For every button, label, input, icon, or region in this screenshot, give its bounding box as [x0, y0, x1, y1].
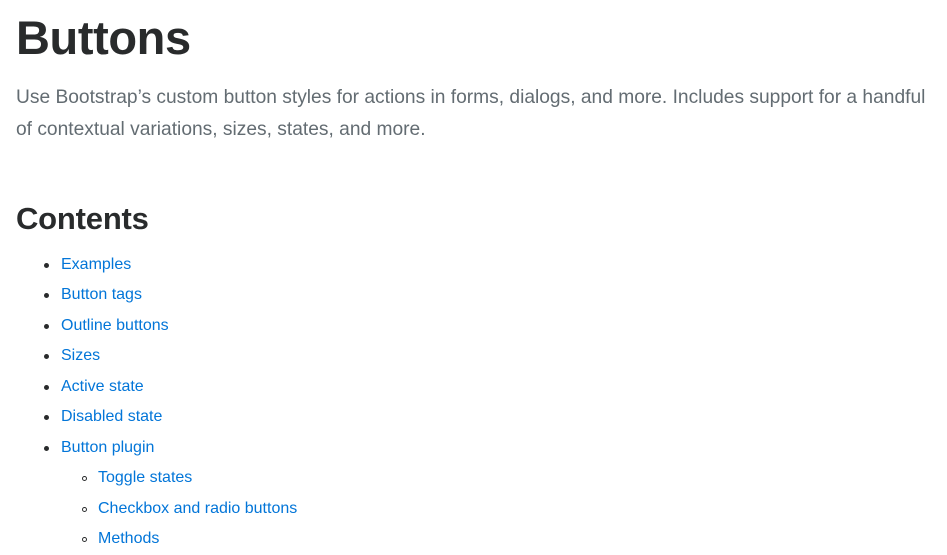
toc-link-checkbox-and-radio-buttons[interactable]: Checkbox and radio buttons [98, 500, 297, 517]
list-item: Sizes [61, 341, 931, 372]
toc-link-active-state[interactable]: Active state [61, 378, 144, 395]
bullet-icon [44, 280, 50, 311]
list-item: Methods [98, 524, 931, 555]
toc-link-examples[interactable]: Examples [61, 256, 131, 273]
table-of-contents: Examples Button tags Outline buttons Siz… [16, 250, 931, 555]
page-lead-paragraph: Use Bootstrap’s custom button styles for… [16, 86, 926, 140]
bullet-icon [44, 250, 50, 281]
list-item: Outline buttons [61, 311, 931, 342]
list-item: Disabled state [61, 402, 931, 433]
list-item: Toggle states [98, 463, 931, 494]
circle-bullet-icon [82, 524, 89, 555]
list-item: Button tags [61, 280, 931, 311]
toc-link-toggle-states[interactable]: Toggle states [98, 469, 192, 486]
bullet-icon [44, 433, 50, 464]
page-content: Buttons Use Bootstrap’s custom button st… [0, 0, 947, 555]
page-title: Buttons [16, 11, 191, 64]
toc-link-button-plugin[interactable]: Button plugin [61, 439, 154, 456]
bullet-icon [44, 372, 50, 403]
toc-link-outline-buttons[interactable]: Outline buttons [61, 317, 169, 334]
bullet-icon [44, 402, 50, 433]
table-of-contents-sublist: Toggle states Checkbox and radio buttons… [61, 463, 931, 555]
list-item: Button plugin Toggle states Checkbox and… [61, 433, 931, 555]
bullet-icon [44, 311, 50, 342]
toc-link-button-tags[interactable]: Button tags [61, 286, 142, 303]
list-item: Active state [61, 372, 931, 403]
bullet-icon [44, 341, 50, 372]
circle-bullet-icon [82, 494, 89, 525]
contents-heading: Contents [16, 200, 149, 236]
list-item: Examples [61, 250, 931, 281]
list-item: Checkbox and radio buttons [98, 494, 931, 525]
toc-link-sizes[interactable]: Sizes [61, 347, 100, 364]
toc-link-methods[interactable]: Methods [98, 530, 159, 547]
toc-link-disabled-state[interactable]: Disabled state [61, 408, 162, 425]
circle-bullet-icon [82, 463, 89, 494]
